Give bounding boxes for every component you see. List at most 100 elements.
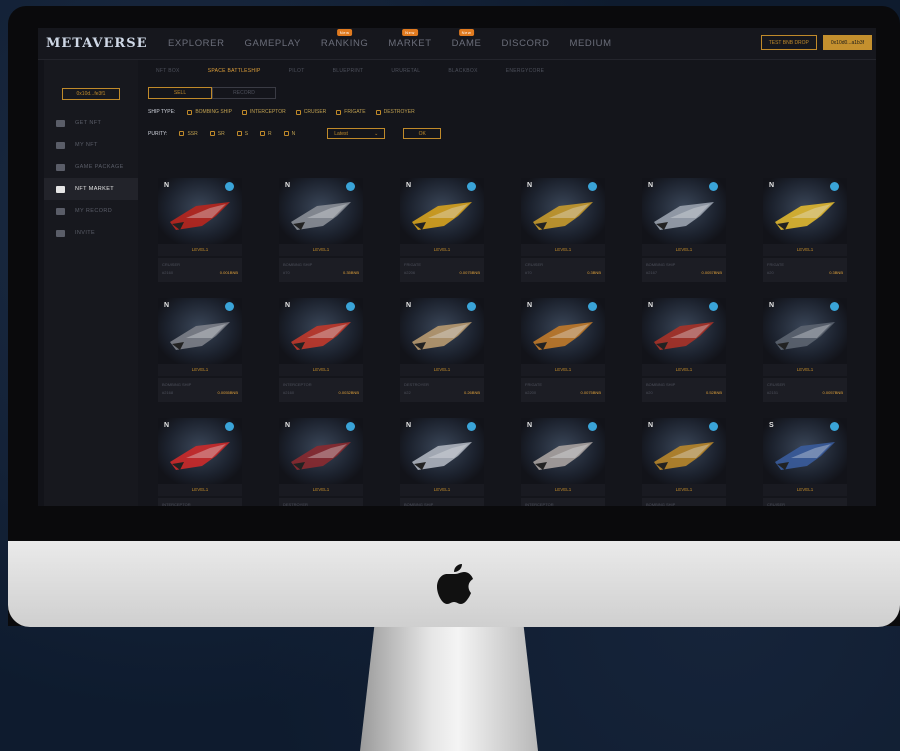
level-label: LEVEL1: [763, 364, 847, 376]
nav-item-label: EXPLORER: [168, 38, 225, 49]
nav-item-market[interactable]: MARKET New: [378, 29, 441, 49]
card-info: BOMBING SHIP#280.16BNB: [400, 498, 484, 506]
sort-select[interactable]: Latest ⌄: [327, 128, 386, 139]
level-label: LEVEL1: [521, 484, 605, 496]
tab-pilot[interactable]: PILOT: [275, 68, 319, 74]
ship-type: DESTROYER: [283, 502, 308, 506]
menu-icon: [56, 119, 65, 127]
filter-checkbox[interactable]: BOMBING SHIP: [187, 109, 232, 115]
ship-type: CRUISER: [525, 262, 544, 267]
nav-item-dame[interactable]: DAME New: [442, 29, 492, 49]
token-id: #2200: [525, 390, 537, 395]
nft-card[interactable]: S LEVEL1 CRUISER#220.7BNB: [763, 418, 847, 506]
nft-card[interactable]: N LEVEL1 INTERCEPTOR#20230.0058BNB: [521, 418, 605, 506]
nft-card[interactable]: N LEVEL1 FRIGATE #20 0.3BNB: [763, 178, 847, 282]
nft-card[interactable]: N LEVEL1 INTERCEPTOR #2160 0.0032BNB: [279, 298, 363, 402]
record-tab[interactable]: RECORD: [212, 87, 276, 99]
class-badge-icon: [467, 302, 476, 311]
filter-checkbox[interactable]: SSR: [179, 131, 198, 137]
checkbox-icon: [209, 131, 215, 136]
wallet-address-button[interactable]: 0x10d0...a1b3f: [822, 35, 872, 50]
test-bnb-drop-button[interactable]: TEST BNB DROP: [760, 35, 817, 50]
nft-card[interactable]: N LEVEL1 BOMBING SHIP#280.16BNB: [400, 418, 484, 506]
sidebar-item-invite[interactable]: INVITE: [44, 222, 138, 244]
menu-icon: [56, 229, 65, 237]
nft-card[interactable]: N LEVEL1 CRUISER #2160 0.001BNB: [158, 178, 242, 282]
rarity-label: N: [406, 302, 412, 309]
level-label: LEVEL1: [158, 244, 242, 256]
nav-item-discord[interactable]: DISCORD: [491, 38, 559, 49]
sidebar-item-my-nft[interactable]: MY NFT: [44, 134, 138, 156]
filter-checkbox[interactable]: R: [260, 131, 272, 137]
nft-card[interactable]: N LEVEL1 BOMBING SHIP #2168 0.0055BNB: [158, 298, 242, 402]
filter-checkbox[interactable]: CRUISER: [295, 109, 326, 115]
card-info: CRUISER#220.7BNB: [763, 498, 847, 506]
filter-checkbox[interactable]: DESTROYER: [375, 109, 415, 115]
rarity-label: S: [769, 422, 774, 429]
ship-image: N: [279, 418, 363, 484]
sidebar-item-game-package[interactable]: GAME PACKAGE: [44, 156, 138, 178]
level-label: LEVEL1: [763, 484, 847, 496]
rarity-label: N: [164, 182, 170, 189]
ship-image: N: [400, 178, 484, 244]
nft-card[interactable]: N LEVEL1 CRUISER #70 0.3BNB: [521, 178, 605, 282]
tab-blackbox[interactable]: BLACKBOX: [434, 68, 491, 74]
checkbox-icon: [295, 109, 301, 115]
filter-checkbox[interactable]: SR: [209, 130, 225, 137]
sidebar-item-my-record[interactable]: MY RECORD: [44, 200, 138, 222]
rarity-label: N: [285, 422, 291, 429]
ship-type-options: BOMBING SHIP INTERCEPTOR CRUISER FRIGATE DES…: [187, 109, 415, 115]
price: 0.3BNB: [829, 270, 843, 275]
nft-card[interactable]: N LEVEL1 BOMBING SHIP#20640.001BNB: [642, 418, 726, 506]
app-logo[interactable]: METAVERSE: [38, 36, 158, 51]
rarity-label: N: [648, 182, 654, 189]
level-label: LEVEL1: [279, 244, 363, 256]
checkbox-label: SR: [217, 130, 225, 137]
tab-ururetal[interactable]: URURETAL: [377, 68, 434, 74]
sell-tab[interactable]: SELL: [148, 87, 212, 99]
ship-image: N: [158, 298, 242, 364]
nft-card[interactable]: N LEVEL1 DESTROYER#20230.0067BNB: [279, 418, 363, 506]
nav-item-explorer[interactable]: EXPLORER: [158, 38, 235, 49]
class-badge-icon: [467, 422, 476, 431]
battleship-icon: [654, 442, 714, 470]
nav-item-label: GAMEPLAY: [244, 38, 301, 49]
sidebar-item-nft-market[interactable]: NFT MARKET: [44, 178, 138, 200]
sidebar-wallet-button[interactable]: 0x10d...fe3f1: [62, 88, 120, 100]
class-badge-icon: [709, 422, 718, 431]
nft-card[interactable]: N LEVEL1 FRIGATE #2200 0.0075BNB: [521, 298, 605, 402]
nav-item-gameplay[interactable]: GAMEPLAY: [235, 38, 311, 49]
nft-card[interactable]: N LEVEL1 BOMBING SHIP #20 0.52BNB: [642, 298, 726, 402]
filter-checkbox[interactable]: N: [283, 131, 295, 137]
ship-type: FRIGATE: [767, 262, 785, 267]
market-panel: NFT BOX SPACE BATTLESHIP PILOT BLUEPRINT URU…: [138, 60, 876, 506]
tab-space-battleship[interactable]: SPACE BATTLESHIP: [194, 68, 275, 74]
ship-type-filter: SHIP TYPE: BOMBING SHIP INTERCEPTOR CRUISE…: [148, 109, 415, 115]
nft-card[interactable]: N LEVEL1 INTERCEPTOR#260.4BNB: [158, 418, 242, 506]
filter-checkbox[interactable]: S: [236, 131, 248, 137]
nav-item-medium[interactable]: MEDIUM: [559, 38, 621, 49]
nft-card[interactable]: N LEVEL1 CRUISER #2151 0.0057BNB: [763, 298, 847, 402]
card-info: DESTROYER #22 0.26BNB: [400, 378, 484, 402]
sidebar-item-get-nft[interactable]: GET NFT: [44, 112, 138, 134]
nft-card[interactable]: N LEVEL1 BOMBING SHIP #70 0.35BNB: [279, 178, 363, 282]
tab-nft-box[interactable]: NFT BOX: [142, 68, 194, 74]
level-label: LEVEL1: [642, 244, 726, 256]
card-info: BOMBING SHIP #2167 0.0057BNB: [642, 258, 726, 282]
class-badge-icon: [467, 182, 476, 191]
battleship-icon: [412, 442, 472, 470]
nft-card[interactable]: N LEVEL1 DESTROYER #22 0.26BNB: [400, 298, 484, 402]
nft-card[interactable]: N LEVEL1 FRIGATE #2206 0.0075BNB: [400, 178, 484, 282]
tab-energycore[interactable]: ENERGYCORE: [492, 68, 559, 74]
nft-card[interactable]: N LEVEL1 BOMBING SHIP #2167 0.0057BNB: [642, 178, 726, 282]
battleship-icon: [533, 202, 593, 230]
tab-blueprint[interactable]: BLUEPRINT: [319, 68, 378, 74]
filter-checkbox[interactable]: INTERCEPTOR: [242, 109, 286, 115]
token-id: #2167: [646, 270, 658, 275]
battleship-icon: [533, 442, 593, 470]
filter-checkbox[interactable]: FRIGATE: [336, 109, 366, 115]
card-info: INTERCEPTOR #2160 0.0032BNB: [279, 378, 363, 402]
rarity-label: N: [527, 182, 533, 189]
ok-button[interactable]: OK: [403, 128, 442, 139]
nav-item-ranking[interactable]: RANKING New: [311, 29, 378, 49]
